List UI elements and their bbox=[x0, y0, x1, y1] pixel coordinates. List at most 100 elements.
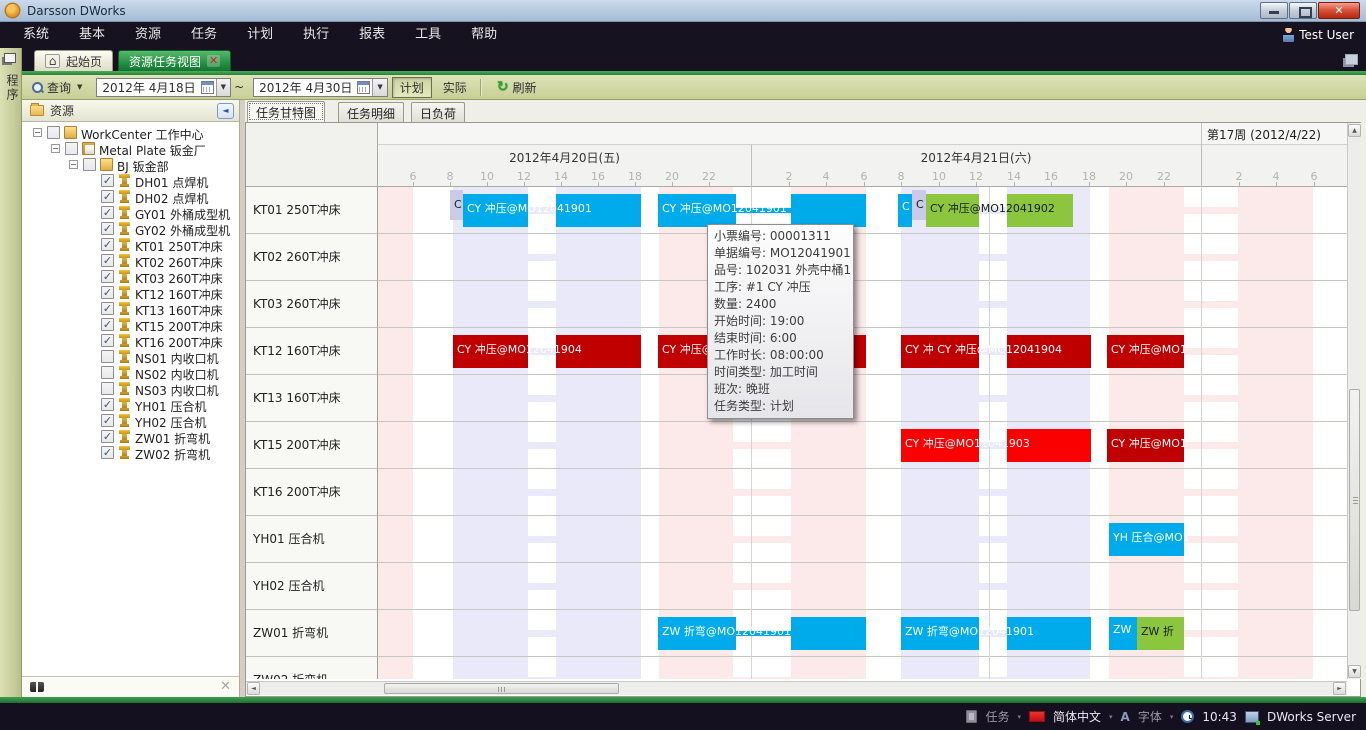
tree-checkbox[interactable]: ✓ bbox=[101, 430, 114, 443]
tree-item[interactable]: ✓DH01 点焊机 bbox=[22, 173, 239, 189]
tree-checkbox[interactable] bbox=[65, 142, 78, 155]
status-language-label[interactable]: 简体中文 bbox=[1053, 708, 1101, 725]
day-shift-stripe bbox=[556, 469, 641, 515]
date-to-dropdown[interactable]: ▼ bbox=[372, 79, 386, 96]
tree-checkbox[interactable]: ✓ bbox=[101, 270, 114, 283]
tree-item[interactable]: −WorkCenter 工作中心 bbox=[22, 125, 239, 141]
tree-checkbox[interactable]: ✓ bbox=[101, 318, 114, 331]
close-tab-icon[interactable]: ✕ bbox=[207, 55, 220, 67]
tree-checkbox[interactable]: ✓ bbox=[101, 222, 114, 235]
plan-toggle-button[interactable]: 计划 bbox=[392, 77, 432, 98]
query-button[interactable]: 查询 ▼ bbox=[22, 79, 90, 96]
chevron-down-icon[interactable]: ▾ bbox=[1170, 713, 1174, 721]
tree-item[interactable]: ✓YH02 压合机 bbox=[22, 413, 239, 429]
tree-item[interactable]: ✓KT12 160T冲床 bbox=[22, 285, 239, 301]
tree-checkbox[interactable]: ✓ bbox=[101, 286, 114, 299]
tree-item[interactable]: ✓KT02 260T冲床 bbox=[22, 253, 239, 269]
vscroll-thumb[interactable] bbox=[1349, 389, 1360, 611]
tree-checkbox[interactable]: ✓ bbox=[101, 398, 114, 411]
clear-filter-icon[interactable]: ✕ bbox=[220, 679, 231, 694]
horizontal-scrollbar[interactable]: ◄ ► bbox=[246, 681, 1347, 695]
current-user[interactable]: Test User bbox=[1283, 22, 1354, 48]
tree-checkbox[interactable]: ✓ bbox=[101, 302, 114, 315]
menu-item-1[interactable]: 基本 bbox=[64, 22, 120, 48]
tab-daily-load[interactable]: 日负荷 bbox=[411, 102, 465, 122]
tree-item[interactable]: ✓KT15 200T冲床 bbox=[22, 317, 239, 333]
task-bar[interactable] bbox=[791, 617, 866, 650]
day-shift-stripe bbox=[1007, 234, 1090, 280]
tree-item[interactable]: ✓ZW01 折弯机 bbox=[22, 429, 239, 445]
tree-item[interactable]: ✓KT13 160T冲床 bbox=[22, 301, 239, 317]
menu-item-8[interactable]: 帮助 bbox=[456, 22, 512, 48]
tree-expander-icon[interactable]: − bbox=[51, 144, 60, 153]
tree-expander-icon[interactable]: − bbox=[69, 160, 78, 169]
collapse-panel-button[interactable]: ◄ bbox=[217, 103, 234, 119]
tree-item[interactable]: ✓GY01 外桶成型机 bbox=[22, 205, 239, 221]
chevron-down-icon[interactable]: ▾ bbox=[1017, 713, 1021, 721]
vertical-scrollbar[interactable]: ▲ ▼ bbox=[1347, 123, 1361, 679]
tree-checkbox[interactable] bbox=[47, 126, 60, 139]
window-list-icon[interactable] bbox=[1345, 54, 1358, 65]
menu-item-5[interactable]: 执行 bbox=[288, 22, 344, 48]
tree-checkbox[interactable] bbox=[83, 158, 96, 171]
status-task-label[interactable]: 任务 bbox=[985, 708, 1009, 725]
tree-item[interactable]: ✓DH02 点焊机 bbox=[22, 189, 239, 205]
menu-item-7[interactable]: 工具 bbox=[400, 22, 456, 48]
date-from-dropdown[interactable]: ▼ bbox=[216, 79, 230, 96]
menu-item-6[interactable]: 报表 bbox=[344, 22, 400, 48]
task-bar[interactable] bbox=[791, 194, 866, 227]
scroll-left-icon[interactable]: ◄ bbox=[247, 682, 260, 695]
tree-item[interactable]: ✓KT03 260T冲床 bbox=[22, 269, 239, 285]
tree-checkbox[interactable]: ✓ bbox=[101, 334, 114, 347]
status-font-label[interactable]: 字体 bbox=[1138, 708, 1162, 725]
tree-item[interactable]: ✓ZW02 折弯机 bbox=[22, 445, 239, 461]
tab-task-detail[interactable]: 任务明细 bbox=[338, 102, 404, 122]
menu-item-0[interactable]: 系统 bbox=[8, 22, 64, 48]
tree-checkbox[interactable]: ✓ bbox=[101, 414, 114, 427]
tree-checkbox[interactable]: ✓ bbox=[101, 174, 114, 187]
scroll-down-icon[interactable]: ▼ bbox=[1348, 665, 1361, 678]
minimize-button[interactable] bbox=[1260, 2, 1288, 19]
day-shift-stripe bbox=[453, 234, 528, 280]
restore-button[interactable] bbox=[1289, 2, 1317, 19]
date-to-field[interactable]: 2012年 4月30日 ▼ bbox=[253, 78, 388, 97]
close-button[interactable]: ✕ bbox=[1318, 2, 1360, 19]
title-bar[interactable]: Darsson DWorks bbox=[0, 0, 1366, 22]
tree-item[interactable]: ✓YH01 压合机 bbox=[22, 397, 239, 413]
tree-item[interactable]: −BJ 钣金部 bbox=[22, 157, 239, 173]
chevron-down-icon[interactable]: ▾ bbox=[1109, 713, 1113, 721]
tree-checkbox[interactable] bbox=[101, 366, 114, 379]
tree-expander-icon[interactable]: − bbox=[33, 128, 42, 137]
night-shift-stripe bbox=[378, 328, 413, 374]
tree-machine-icon bbox=[118, 254, 131, 267]
tree-item[interactable]: −Metal Plate 钣金厂 bbox=[22, 141, 239, 157]
menu-item-2[interactable]: 资源 bbox=[120, 22, 176, 48]
tree-checkbox[interactable]: ✓ bbox=[101, 190, 114, 203]
tree-checkbox[interactable]: ✓ bbox=[101, 446, 114, 459]
find-icon[interactable] bbox=[30, 682, 44, 692]
refresh-button[interactable]: ↻ 刷新 bbox=[487, 79, 543, 96]
tree-checkbox[interactable]: ✓ bbox=[101, 254, 114, 267]
tab-task-gantt[interactable]: 任务甘特图 bbox=[247, 101, 325, 122]
actual-toggle-button[interactable]: 实际 bbox=[436, 78, 474, 97]
tree-item[interactable]: NS02 内收口机 bbox=[22, 365, 239, 381]
hour-tick-mark bbox=[1051, 182, 1052, 186]
tree-item[interactable]: ✓GY02 外桶成型机 bbox=[22, 221, 239, 237]
tree-checkbox[interactable] bbox=[101, 350, 114, 363]
tab-home-page[interactable]: ⌂ 起始页 bbox=[34, 50, 113, 71]
menu-item-3[interactable]: 任务 bbox=[176, 22, 232, 48]
tree-checkbox[interactable]: ✓ bbox=[101, 206, 114, 219]
date-from-field[interactable]: 2012年 4月18日 ▼ bbox=[96, 78, 231, 97]
scroll-right-icon[interactable]: ► bbox=[1333, 682, 1346, 695]
tree-item[interactable]: NS01 内收口机 bbox=[22, 349, 239, 365]
tree-checkbox[interactable] bbox=[101, 382, 114, 395]
tab-resource-task-view[interactable]: 资源任务视图 ✕ bbox=[118, 50, 231, 71]
scroll-up-icon[interactable]: ▲ bbox=[1348, 124, 1361, 137]
menu-item-4[interactable]: 计划 bbox=[232, 22, 288, 48]
tree-item[interactable]: NS03 内收口机 bbox=[22, 381, 239, 397]
tree-checkbox[interactable]: ✓ bbox=[101, 238, 114, 251]
tree-item[interactable]: ✓KT16 200T冲床 bbox=[22, 333, 239, 349]
collapsed-program-panel[interactable]: 程序 bbox=[0, 48, 22, 697]
hscroll-thumb[interactable] bbox=[384, 683, 619, 694]
tree-item[interactable]: ✓KT01 250T冲床 bbox=[22, 237, 239, 253]
